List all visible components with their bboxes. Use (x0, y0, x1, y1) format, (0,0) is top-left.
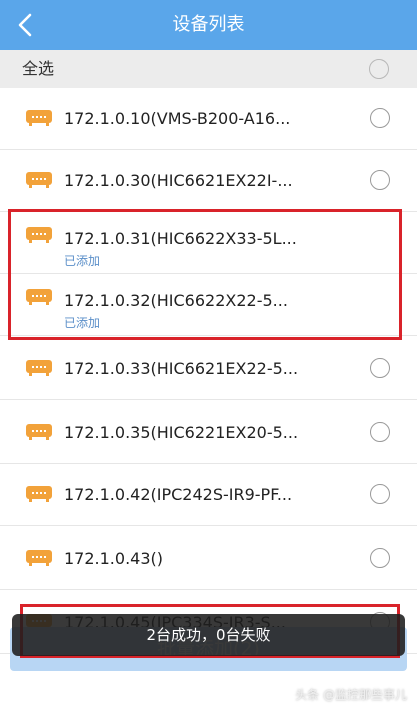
device-row[interactable]: 172.1.0.33(HIC6621EX22-5... (0, 338, 417, 400)
device-name: 172.1.0.10(VMS-B200-A16... (64, 109, 291, 128)
select-all-label: 全选 (22, 59, 55, 78)
device-name: 172.1.0.42(IPC242S-IR9-PF... (64, 485, 293, 504)
nvr-device-icon (24, 171, 54, 189)
device-select-radio[interactable] (370, 548, 390, 568)
device-select-radio[interactable] (370, 108, 390, 128)
page-title: 设备列表 (172, 14, 245, 35)
device-select-radio[interactable] (370, 358, 390, 378)
header-bar: 设备列表 (0, 0, 417, 50)
select-all-radio[interactable] (369, 59, 389, 79)
device-row[interactable]: 172.1.0.43() (0, 528, 417, 590)
select-all-row[interactable]: 全选 (0, 50, 417, 89)
nvr-device-icon (24, 485, 54, 503)
device-row[interactable]: 172.1.0.35(HIC6221EX20-5... (0, 402, 417, 464)
device-name: 172.1.0.30(HIC6621EX22I-... (64, 171, 293, 190)
watermark: 头条 @监控那些事儿 (295, 688, 407, 702)
toast-message: 2台成功，0台失败 (12, 614, 405, 656)
nvr-device-icon (24, 359, 54, 377)
device-name: 172.1.0.35(HIC6221EX20-5... (64, 423, 299, 442)
device-select-radio[interactable] (370, 170, 390, 190)
nvr-device-icon (24, 109, 54, 127)
device-row[interactable]: 172.1.0.30(HIC6621EX22I-... (0, 150, 417, 212)
nvr-device-icon (24, 423, 54, 441)
highlight-box-added (8, 209, 402, 340)
nvr-device-icon (24, 549, 54, 567)
device-name: 172.1.0.33(HIC6621EX22-5... (64, 359, 299, 378)
device-select-radio[interactable] (370, 422, 390, 442)
device-row[interactable]: 172.1.0.10(VMS-B200-A16... (0, 88, 417, 150)
device-name: 172.1.0.43() (64, 549, 163, 568)
device-select-radio[interactable] (370, 484, 390, 504)
device-row[interactable]: 172.1.0.42(IPC242S-IR9-PF... (0, 464, 417, 526)
